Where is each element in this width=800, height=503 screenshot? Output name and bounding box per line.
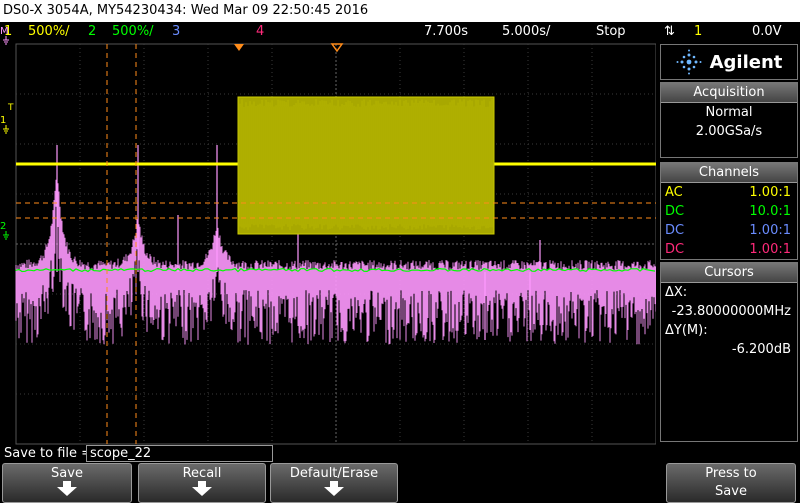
cursor-dx-value: -23.80000000MHz	[671, 304, 791, 319]
channel-row: DC 1.00:1	[661, 240, 797, 259]
cursors-header: Cursors	[661, 263, 797, 283]
ch1-marker-label: 1	[0, 115, 6, 126]
acquisition-box[interactable]: Acquisition Normal 2.00GSa/s	[660, 82, 798, 158]
ch2-coupling: DC	[665, 204, 685, 219]
ch1-coupling: AC	[665, 185, 683, 200]
trigger-time-marker	[234, 44, 244, 51]
ch3-coupling: DC	[665, 223, 685, 238]
brand-box: Agilent	[660, 44, 798, 80]
ch3-probe: 1.00:1	[749, 223, 791, 238]
channel-row: DC 1.00:1	[661, 221, 797, 240]
ch2-marker-label: 2	[0, 221, 6, 232]
agilent-spark-icon	[676, 49, 702, 75]
channels-box[interactable]: Channels AC 1.00:1 DC 10.0:1 DC 1.00:1 D…	[660, 162, 798, 260]
delay-marker	[330, 43, 344, 53]
cursor-dy-value: -6.200dB	[731, 342, 791, 357]
side-panel: Agilent Acquisition Normal 2.00GSa/s Cha…	[660, 44, 800, 442]
trigger-marker-label: T	[7, 103, 14, 113]
save-to-file-label: Save to file =	[4, 446, 93, 461]
down-arrow-icon	[324, 481, 344, 496]
press-to-save-softkey[interactable]: Press to Save	[666, 463, 796, 503]
down-arrow-icon	[192, 481, 212, 496]
save-softkey[interactable]: Save	[2, 463, 132, 503]
ground-icon	[3, 231, 9, 240]
channel-row: DC 10.0:1	[661, 202, 797, 221]
save-bar: Save to file = scope_22	[0, 444, 660, 463]
ch1-burst-texture	[239, 99, 493, 230]
recall-softkey[interactable]: Recall	[138, 463, 266, 503]
trigger-level[interactable]: 0.0V	[752, 22, 782, 42]
cursor-dx-label: ΔX:	[665, 285, 688, 300]
down-arrow-icon	[57, 481, 77, 496]
waveform-display[interactable]: M T 1 2	[0, 0, 656, 446]
acquisition-mode: Normal	[705, 105, 753, 120]
channel-row: AC 1.00:1	[661, 183, 797, 202]
ch4-coupling: DC	[665, 242, 685, 257]
cursor-dy-label: ΔY(M):	[665, 323, 708, 338]
ch1-trace	[16, 96, 656, 235]
math-marker-label: M	[0, 26, 9, 37]
ch4-probe: 1.00:1	[749, 242, 791, 257]
ch1-probe: 1.00:1	[749, 185, 791, 200]
ch2-probe: 10.0:1	[749, 204, 791, 219]
save-label: Save	[715, 484, 747, 499]
trigger-edge-icon: ⇅	[664, 24, 675, 39]
ground-icon	[3, 36, 9, 45]
channels-header: Channels	[661, 163, 797, 183]
acquisition-header: Acquisition	[661, 83, 797, 103]
ground-icon	[3, 125, 9, 134]
brand-name: Agilent	[709, 51, 783, 73]
trigger-source[interactable]: 1	[694, 22, 702, 42]
cursors-box[interactable]: Cursors ΔX: -23.80000000MHz ΔY(M): -6.20…	[660, 262, 798, 442]
default-erase-softkey[interactable]: Default/Erase	[270, 463, 398, 503]
filename-field[interactable]: scope_22	[86, 445, 273, 462]
acquisition-rate: 2.00GSa/s	[695, 124, 763, 139]
press-to-label: Press to	[705, 466, 757, 481]
